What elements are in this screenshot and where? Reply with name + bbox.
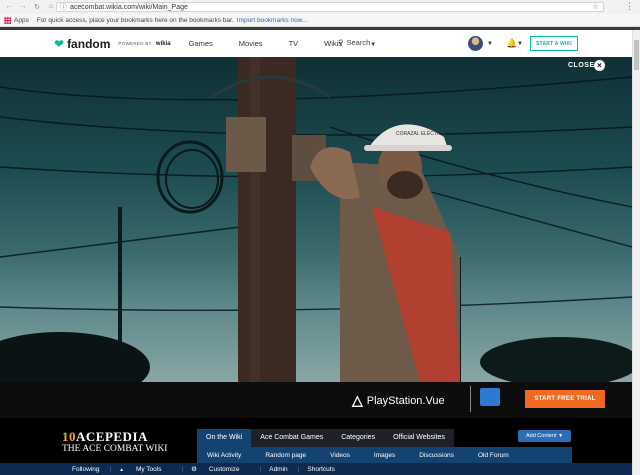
- tab-official-websites[interactable]: Official Websites: [384, 429, 454, 447]
- browser-toolbar: ← → ↻ ⌂ ⓘ acecombat.wikia.com/wiki/Main_…: [0, 0, 640, 14]
- my-tools-label: My Tools: [135, 465, 162, 473]
- subnav-random-page[interactable]: Random page: [265, 452, 306, 459]
- fandom-header: ❤ fandom POWERED BY wikia Games Movies T…: [0, 30, 632, 57]
- vue-tv-icon: [480, 388, 500, 406]
- customize-label: Customize: [208, 466, 240, 473]
- notifications-icon[interactable]: 🔔: [506, 38, 517, 49]
- fandom-brand: fandom: [67, 36, 111, 51]
- bookmarks-bar: Apps For quick access, place your bookma…: [0, 14, 640, 27]
- chevron-down-icon: ▼: [558, 433, 564, 439]
- helmet-text: CORAZAL ELECTRIC: [396, 131, 446, 137]
- notifications-chevron-icon[interactable]: ▼: [517, 41, 523, 47]
- logo-title: ACEPEDIA: [76, 429, 148, 444]
- divider: |: [181, 465, 184, 473]
- nav-tv[interactable]: TV: [289, 39, 299, 48]
- tab-categories[interactable]: Categories: [332, 429, 385, 447]
- subnav-discussions[interactable]: Discussions: [419, 452, 454, 459]
- url-text: acecombat.wikia.com/wiki/Main_Page: [70, 3, 188, 11]
- subnav-images[interactable]: Images: [374, 452, 395, 459]
- bookmark-star-icon[interactable]: ☆: [592, 2, 599, 11]
- logo-number: 10: [62, 429, 76, 444]
- tab-on-the-wiki[interactable]: On the Wiki: [197, 429, 252, 447]
- video-frame: CORAZAL ELECTRIC: [0, 57, 632, 382]
- chevron-up-icon: ▲: [119, 466, 125, 473]
- gear-icon: ⚙: [191, 466, 197, 473]
- toolbar-my-tools[interactable]: ▲ My Tools: [119, 466, 171, 473]
- apps-icon[interactable]: [4, 16, 11, 24]
- avatar-chevron-icon[interactable]: ▼: [487, 41, 493, 47]
- search-label: Search: [346, 38, 371, 47]
- toolbar-shortcuts[interactable]: Shortcuts: [307, 466, 334, 473]
- start-free-trial-button[interactable]: START FREE TRIAL: [525, 390, 605, 408]
- toolbar-following[interactable]: Following: [72, 466, 99, 473]
- powered-by: POWERED BY: [118, 41, 152, 46]
- divider: |: [297, 465, 300, 473]
- scrollbar-thumb[interactable]: [634, 40, 639, 70]
- playstation-icon: △: [352, 392, 363, 408]
- video-ad[interactable]: CORAZAL ELECTRIC: [0, 57, 632, 382]
- search-icon: ⚲: [338, 38, 344, 47]
- wikia-brand: wikia: [155, 40, 171, 47]
- fandom-logo[interactable]: ❤ fandom POWERED BY wikia: [54, 37, 171, 51]
- nav-movies[interactable]: Movies: [239, 39, 263, 48]
- divider: |: [259, 465, 262, 473]
- wiki-subnav: Wiki Activity Random page Videos Images …: [197, 447, 572, 463]
- add-content-button[interactable]: Add Content ▼: [518, 430, 571, 442]
- browser-nav: ← → ↻ ⌂: [0, 3, 55, 11]
- reload-icon[interactable]: ↻: [33, 3, 41, 11]
- subnav-videos[interactable]: Videos: [330, 452, 350, 459]
- toolbar-admin[interactable]: Admin: [269, 466, 287, 473]
- close-icon[interactable]: ×: [594, 60, 605, 71]
- wiki-logo[interactable]: 10ACEPEDIA: [62, 429, 148, 445]
- wiki-tabs: On the Wiki Ace Combat Games Categories …: [197, 429, 454, 447]
- search-box[interactable]: ⚲ Search: [338, 38, 370, 47]
- playstation-vue-logo[interactable]: △ PlayStation.Vue: [352, 392, 445, 409]
- user-avatar[interactable]: [468, 36, 483, 51]
- fandom-heart-icon: ❤: [54, 36, 65, 51]
- address-bar[interactable]: ⓘ acecombat.wikia.com/wiki/Main_Page ☆: [56, 2, 604, 12]
- page-scrollbar[interactable]: [632, 30, 640, 475]
- ad-divider: [470, 386, 471, 412]
- nav-games[interactable]: Games: [189, 39, 213, 48]
- back-icon[interactable]: ←: [5, 3, 13, 11]
- subnav-wiki-activity[interactable]: Wiki Activity: [207, 452, 241, 459]
- logo-subtitle: THE ACE COMBAT WIKI: [62, 444, 168, 454]
- import-bookmarks-link[interactable]: Import bookmarks now...: [237, 17, 308, 24]
- divider: |: [109, 465, 112, 473]
- start-a-wiki-button[interactable]: START A WIKI: [530, 36, 578, 51]
- bookmarks-hint: For quick access, place your bookmarks h…: [36, 16, 234, 24]
- close-ad-label[interactable]: CLOSE: [568, 62, 595, 69]
- toolbar-customize[interactable]: ⚙ Customize: [191, 465, 249, 473]
- home-icon[interactable]: ⌂: [47, 3, 55, 11]
- ad-brand: PlayStation.Vue: [366, 394, 445, 407]
- subnav-old-forum[interactable]: Old Forum: [478, 452, 509, 459]
- apps-label[interactable]: Apps: [14, 17, 29, 24]
- chevron-down-icon: ▼: [370, 42, 377, 48]
- wiki-toolbar: Following | ▲ My Tools | ⚙ Customize | A…: [0, 463, 632, 475]
- fandom-nav: Games Movies TV Wikis ▼: [189, 39, 429, 48]
- info-icon[interactable]: ⓘ: [60, 2, 67, 12]
- browser-menu-icon[interactable]: ⋮: [625, 1, 634, 12]
- add-content-label: Add Content: [525, 433, 557, 439]
- forward-icon[interactable]: →: [19, 3, 27, 11]
- tab-ace-combat-games[interactable]: Ace Combat Games: [251, 429, 333, 447]
